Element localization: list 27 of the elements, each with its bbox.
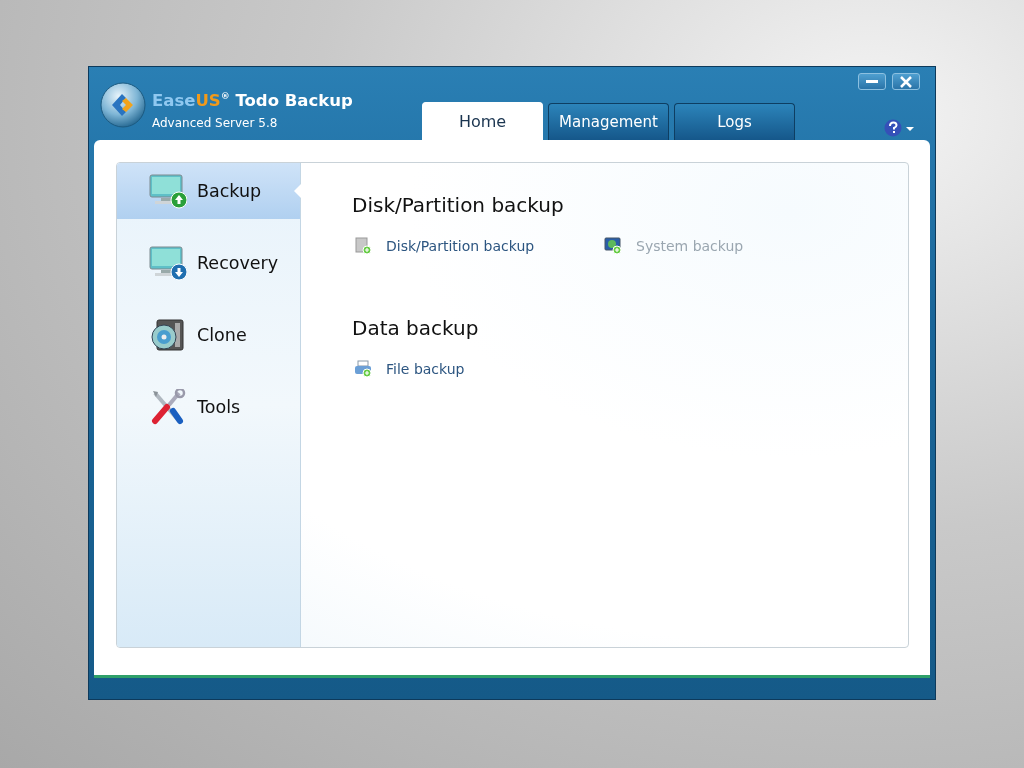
printer-icon: [354, 360, 372, 378]
sidebar-item[interactable]: Recovery: [117, 235, 300, 291]
sidebar-item[interactable]: Backup: [117, 163, 300, 219]
minimize-icon: [866, 79, 878, 84]
action-link[interactable]: Disk/Partition backup: [386, 238, 535, 254]
disk-drive-icon: [149, 317, 187, 353]
close-button[interactable]: [892, 73, 920, 90]
selection-pointer: [294, 184, 301, 198]
help-icon[interactable]: [884, 119, 916, 137]
monitor-upload-icon: [149, 173, 187, 209]
tab[interactable]: Management: [548, 103, 669, 140]
logo-icon: [100, 82, 146, 128]
minimize-button[interactable]: [858, 73, 886, 90]
tab[interactable]: Home: [422, 102, 543, 140]
close-icon: [900, 75, 912, 88]
sidebar-item[interactable]: Tools: [117, 379, 300, 435]
monitor-download-icon: [149, 245, 187, 281]
section-heading: Data backup: [352, 316, 479, 340]
tab[interactable]: Logs: [674, 103, 795, 140]
edition-label: Advanced Server 5.8: [152, 115, 279, 130]
section-heading: Disk/Partition backup: [352, 193, 564, 217]
tools-icon: [149, 389, 187, 425]
action-link[interactable]: File backup: [386, 361, 465, 377]
computer-icon: [604, 237, 622, 255]
drive-icon: [354, 237, 372, 255]
sidebar-item[interactable]: Clone: [117, 307, 300, 363]
app-title: EaseUS$^{®}$ Todo Backup: [152, 89, 353, 111]
